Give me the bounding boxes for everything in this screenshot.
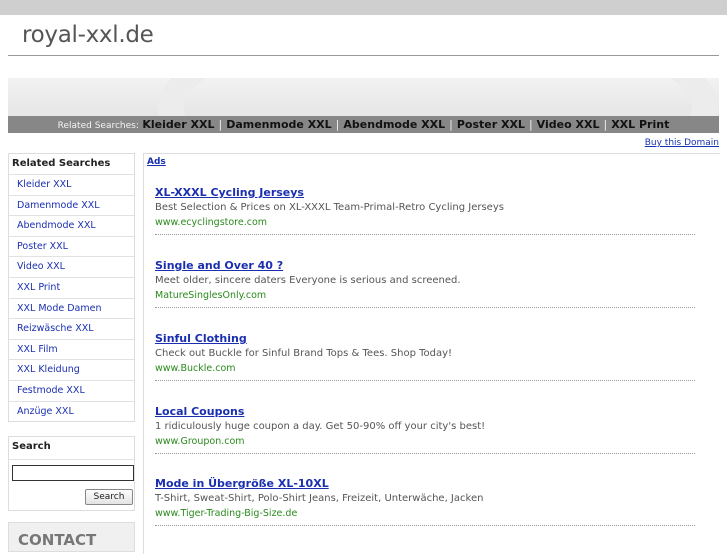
top-bar (0, 0, 727, 15)
ad-item: Single and Over 40 ? Meet older, sincere… (155, 259, 695, 308)
related-bar-link-print[interactable]: XXL Print (611, 118, 669, 131)
ad-description: T-Shirt, Sweat-Shirt, Polo-Shirt Jeans, … (155, 493, 484, 504)
sidebar-item-anzuege-xxl[interactable]: Anzüge XXL (9, 400, 134, 422)
ads-panel: Ads XL-XXXL Cycling Jerseys Best Selecti… (143, 153, 720, 554)
header-banner (8, 78, 719, 116)
ad-divider (155, 234, 695, 235)
ad-url[interactable]: www.Buckle.com (155, 363, 695, 376)
sidebar-item-xxl-film[interactable]: XXL Film (9, 338, 134, 360)
sidebar-item-xxl-print[interactable]: XXL Print (9, 276, 134, 298)
ad-item: Local Coupons 1 ridiculously huge coupon… (155, 405, 695, 454)
sidebar-item-reizwaesche-xxl[interactable]: Reizwäsche XXL (9, 318, 134, 339)
related-bar-link-kleider[interactable]: Kleider XXL (142, 118, 214, 131)
sidebar-item-xxl-mode-damen[interactable]: XXL Mode Damen (9, 297, 134, 319)
ad-url[interactable]: www.ecyclingstore.com (155, 217, 695, 230)
contact-heading[interactable]: CONTACT (8, 522, 135, 553)
sidebar-item-damenmode-xxl[interactable]: Damenmode XXL (9, 194, 134, 216)
banner-swoosh-graphic (158, 78, 718, 116)
ad-title[interactable]: Single and Over 40 ? (155, 259, 695, 274)
buy-domain-link[interactable]: Buy this Domain (645, 138, 719, 148)
search-box: Search Search (8, 436, 135, 512)
sidebar-item-abendmode-xxl[interactable]: Abendmode XXL (9, 215, 134, 236)
ad-title[interactable]: XL-XXXL Cycling Jerseys (155, 186, 695, 201)
ads-label[interactable]: Ads (147, 157, 166, 167)
related-bar-link-abendmode[interactable]: Abendmode XXL (343, 118, 445, 131)
related-searches-box: Related Searches Kleider XXL Damenmode X… (8, 153, 135, 423)
sidebar-item-xxl-kleidung[interactable]: XXL Kleidung (9, 359, 134, 380)
related-bar-link-poster[interactable]: Poster XXL (457, 118, 525, 131)
ad-title[interactable]: Sinful Clothing (155, 332, 695, 347)
related-bar-link-video[interactable]: Video XXL (537, 118, 600, 131)
search-input[interactable] (12, 465, 134, 482)
ad-url[interactable]: www.Tiger-Trading-Big-Size.de (155, 508, 695, 521)
ad-title[interactable]: Local Coupons (155, 405, 695, 420)
sidebar-item-poster-xxl[interactable]: Poster XXL (9, 235, 134, 257)
search-button[interactable]: Search (85, 489, 133, 506)
ad-url[interactable]: www.Groupon.com (155, 436, 695, 449)
ad-url[interactable]: MatureSinglesOnly.com (155, 290, 695, 303)
title-divider (8, 55, 719, 56)
ad-divider (155, 453, 695, 454)
sidebar: Related Searches Kleider XXL Damenmode X… (8, 153, 135, 553)
ad-title[interactable]: Mode in Übergröße XL-10XL (155, 477, 695, 492)
ad-description: Check out Buckle for Sinful Brand Tops &… (155, 348, 453, 359)
ad-item: XL-XXXL Cycling Jerseys Best Selection &… (155, 186, 695, 235)
sidebar-item-video-xxl[interactable]: Video XXL (9, 256, 134, 277)
site-title[interactable]: royal-xxl.de (22, 22, 154, 48)
search-heading: Search (9, 437, 134, 461)
ad-description: Best Selection & Prices on XL-XXXL Team-… (155, 202, 504, 213)
ad-description: Meet older, sincere daters Everyone is s… (155, 275, 461, 286)
ad-divider (155, 307, 695, 308)
ad-divider (155, 380, 695, 381)
ad-item: Sinful Clothing Check out Buckle for Sin… (155, 332, 695, 381)
related-bar-link-damenmode[interactable]: Damenmode XXL (226, 118, 331, 131)
ad-divider (155, 525, 695, 526)
related-searches-bar: Related Searches: Kleider XXL | Damenmode … (8, 116, 719, 133)
related-searches-heading: Related Searches (12, 158, 111, 169)
related-bar-label: Related Searches: (57, 121, 139, 131)
sidebar-item-festmode-xxl[interactable]: Festmode XXL (9, 379, 134, 401)
ad-item: Mode in Übergröße XL-10XL T-Shirt, Sweat… (155, 477, 695, 526)
ad-description: 1 ridiculously huge coupon a day. Get 50… (155, 421, 486, 432)
sidebar-item-kleider-xxl[interactable]: Kleider XXL (9, 174, 134, 195)
